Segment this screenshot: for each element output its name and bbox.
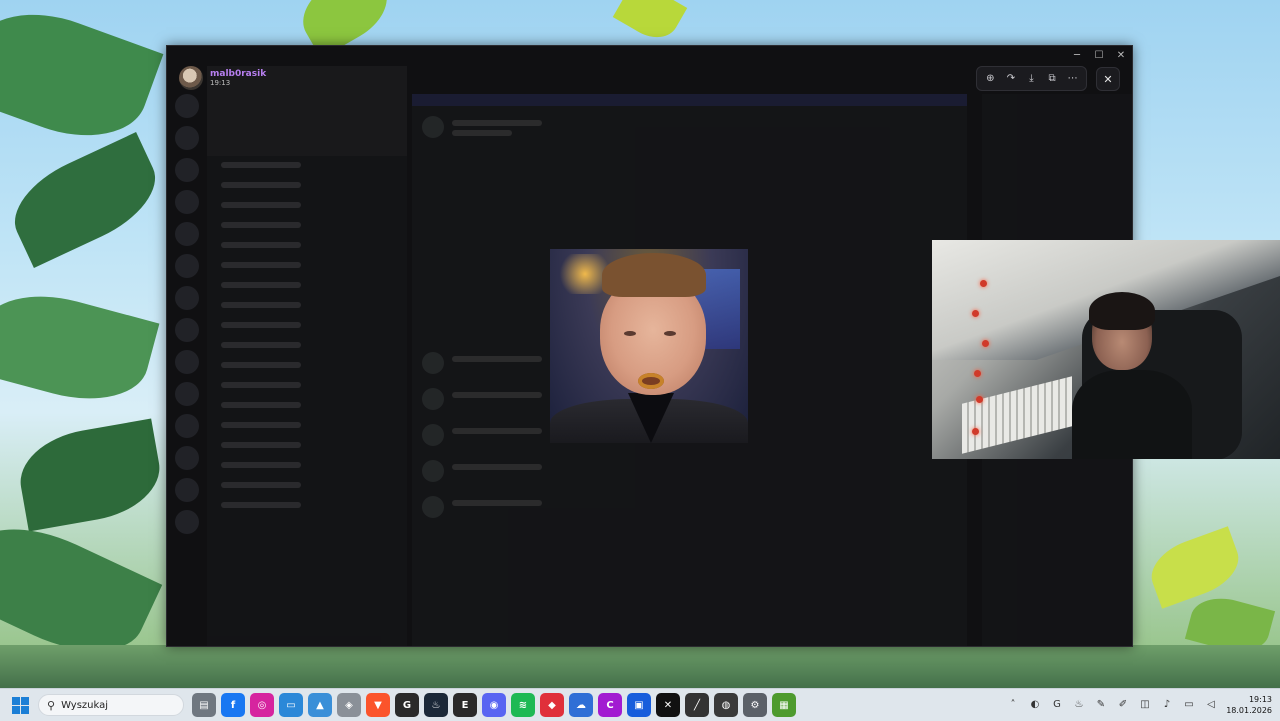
pen-icon[interactable]: ✐ (1116, 697, 1130, 711)
radiator (962, 376, 1072, 454)
uploader-name[interactable]: malb0rasik (210, 69, 266, 79)
chevron-up-icon[interactable]: ˄ (1006, 697, 1020, 711)
zoom-icon[interactable]: ⊕ (981, 70, 999, 88)
more-options-icon[interactable]: ⋯ (1064, 70, 1082, 88)
channel-list (207, 66, 407, 646)
wallpaper-leaf (0, 0, 164, 158)
bitwarden-icon[interactable]: ▣ (627, 693, 651, 717)
search-icon: ⚲ (47, 698, 56, 712)
maximize-button[interactable]: ☐ (1088, 46, 1110, 64)
webcam-overlay (932, 240, 1280, 459)
open-external-icon[interactable]: ⧉ (1043, 70, 1061, 88)
search-placeholder: Wyszukaj (61, 699, 109, 711)
mic-icon[interactable]: ♪ (1160, 697, 1174, 711)
close-window-button[interactable]: ✕ (1110, 46, 1132, 64)
photos-icon[interactable]: ▲ (308, 693, 332, 717)
display-icon[interactable]: ▭ (1182, 697, 1196, 711)
capcut-icon[interactable]: ✕ (656, 693, 680, 717)
start-button[interactable] (12, 697, 29, 714)
wallpaper-leaf (13, 418, 167, 532)
clock[interactable]: 19:13 18.01.2026 (1226, 694, 1272, 716)
pinned-apps: ▤ f ◎ ▭ ▲ ◈ ▼ G ♨ E ◉ ≋ ◆ ☁ C ▣ ✕ ╱ ◍ ⚙ ▦ (192, 693, 796, 717)
game-controller-icon[interactable]: ◐ (1028, 697, 1042, 711)
c-app-icon[interactable]: C (598, 693, 622, 717)
color-picker-icon[interactable]: ✎ (1094, 697, 1108, 711)
steam-tray-icon[interactable]: ♨ (1072, 697, 1086, 711)
upload-time: 19:13 (210, 78, 231, 87)
minecraft-icon[interactable]: ▦ (772, 693, 796, 717)
red-app-icon[interactable]: ◆ (540, 693, 564, 717)
clock-time: 19:13 (1248, 695, 1272, 704)
cloud-app-icon[interactable]: ☁ (569, 693, 593, 717)
facebook-icon[interactable]: f (221, 693, 245, 717)
window-controls: ─ ☐ ✕ (1066, 46, 1132, 64)
g-app-icon[interactable]: G (395, 693, 419, 717)
viewed-image[interactable] (550, 249, 748, 443)
taskbar: ⚲ Wyszukaj ▤ f ◎ ▭ ▲ ◈ ▼ G ♨ E ◉ ≋ ◆ ☁ C ▣ ✕ ╱ ◍ ⚙ ▦ ˄ ◐ G ♨ ✎ ✐ ◫… (0, 688, 1280, 721)
obs-icon[interactable]: ◍ (714, 693, 738, 717)
clock-date: 18.01.2026 (1226, 706, 1272, 715)
forward-icon[interactable]: ↷ (1002, 70, 1020, 88)
wallpaper-leaf (1143, 526, 1247, 609)
instagram-icon[interactable]: ◎ (250, 693, 274, 717)
wallpaper-leaf (0, 132, 170, 268)
steam-icon[interactable]: ♨ (424, 693, 448, 717)
g-tray-icon[interactable]: G (1050, 697, 1064, 711)
avatar[interactable] (179, 66, 203, 90)
network-icon[interactable]: ◫ (1138, 697, 1152, 711)
epic-games-icon[interactable]: E (453, 693, 477, 717)
shield-icon[interactable]: ◈ (337, 693, 361, 717)
wallpaper-ground (0, 645, 1280, 688)
system-tray: ˄ ◐ G ♨ ✎ ✐ ◫ ♪ ▭ ◁ (1006, 697, 1218, 711)
server-list (167, 86, 207, 646)
spotify-icon[interactable]: ≋ (511, 693, 535, 717)
volume-icon[interactable]: ◁ (1204, 697, 1218, 711)
close-viewer-button[interactable]: ✕ (1096, 67, 1120, 91)
uploader-info: malb0rasik 19:13 (179, 66, 266, 90)
brave-icon[interactable]: ▼ (366, 693, 390, 717)
discord-icon[interactable]: ◉ (482, 693, 506, 717)
settings-icon[interactable]: ⚙ (743, 693, 767, 717)
download-icon[interactable]: ⤓ (1022, 70, 1040, 88)
search-box[interactable]: ⚲ Wyszukaj (38, 694, 184, 716)
image-viewer-toolbar: ⊕ ↷ ⤓ ⧉ ⋯ (976, 66, 1087, 91)
file-explorer-icon[interactable]: ▤ (192, 693, 216, 717)
wallpaper-leaf (0, 279, 160, 416)
monitor-icon[interactable]: ▭ (279, 693, 303, 717)
minimize-button[interactable]: ─ (1066, 46, 1088, 64)
notepad-icon[interactable]: ╱ (685, 693, 709, 717)
wallpaper-leaf (612, 0, 688, 47)
